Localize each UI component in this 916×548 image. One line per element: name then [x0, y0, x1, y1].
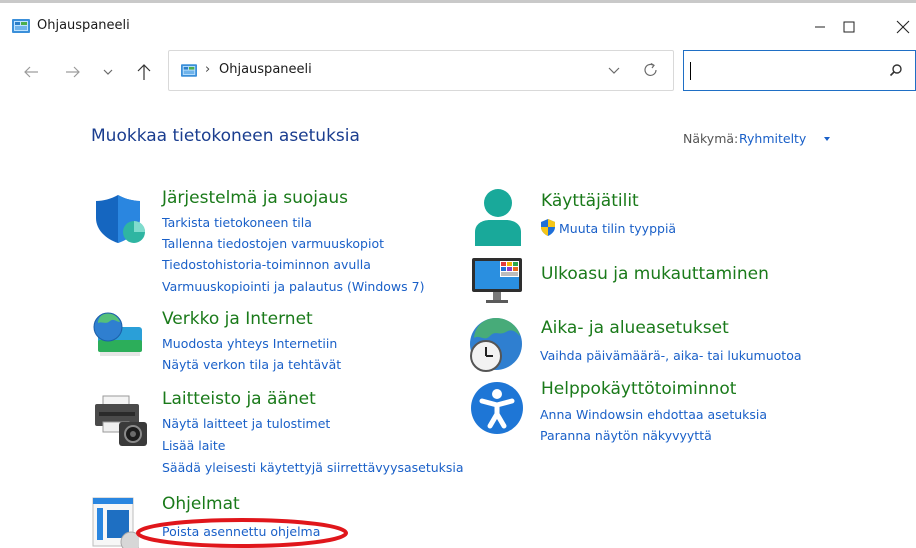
- link-devices-printers[interactable]: Näytä laitteet ja tulostimet: [162, 416, 330, 431]
- close-icon: [896, 20, 910, 34]
- address-dropdown-icon[interactable]: [607, 63, 621, 77]
- category-title-user-accounts[interactable]: Käyttäjätilit: [541, 191, 639, 211]
- search-icon[interactable]: [889, 63, 903, 77]
- link-backup-restore[interactable]: Varmuuskopiointi ja palautus (Windows 7): [162, 279, 424, 294]
- page-title: Muokkaa tietokoneen asetuksia: [91, 126, 360, 146]
- category-title-network-internet[interactable]: Verkko ja Internet: [162, 309, 313, 329]
- breadcrumb-separator: ›: [205, 62, 211, 77]
- category-title-system-security[interactable]: Järjestelmä ja suojaus: [162, 188, 348, 208]
- link-save-backup-copies[interactable]: Tallenna tiedostojen varmuuskopiot: [162, 236, 384, 251]
- maximize-icon: [843, 21, 855, 33]
- forward-button[interactable]: [62, 61, 84, 83]
- link-check-computer-status[interactable]: Tarkista tietokoneen tila: [162, 215, 312, 230]
- up-button[interactable]: [133, 61, 155, 83]
- link-mobility-settings[interactable]: Säädä yleisesti käytettyjä siirrettävyys…: [162, 460, 464, 475]
- refresh-icon[interactable]: [642, 61, 660, 79]
- link-change-account-type[interactable]: Muuta tilin tyyppiä: [559, 221, 676, 236]
- category-title-programs[interactable]: Ohjelmat: [162, 494, 240, 514]
- back-button[interactable]: [20, 61, 42, 83]
- search-input[interactable]: [683, 50, 916, 91]
- uac-shield-icon: [541, 219, 555, 236]
- recent-locations-button[interactable]: [97, 61, 119, 83]
- link-connect-internet[interactable]: Muodosta yhteys Internetiin: [162, 336, 337, 351]
- monitor-appearance-icon[interactable]: [470, 256, 526, 304]
- link-windows-suggest-settings[interactable]: Anna Windowsin ehdottaa asetuksia: [540, 407, 767, 422]
- link-change-date-time-format[interactable]: Vaihda päivämäärä-, aika- tai lukumuotoa: [540, 348, 802, 363]
- minimize-icon: [815, 26, 825, 28]
- address-bar[interactable]: › Ohjauspaneeli: [168, 50, 674, 91]
- network-globe-icon[interactable]: [92, 310, 146, 360]
- maximize-button[interactable]: [826, 11, 872, 43]
- chevron-down-icon: [103, 69, 113, 75]
- accessibility-icon[interactable]: [470, 381, 524, 435]
- arrow-right-icon: [66, 66, 80, 78]
- link-improve-display-visibility[interactable]: Paranna näytön näkyvyyttä: [540, 428, 712, 443]
- link-file-history[interactable]: Tiedostohistoria-toiminnon avulla: [162, 257, 371, 272]
- close-button[interactable]: [880, 11, 916, 43]
- user-accounts-icon[interactable]: [472, 188, 524, 246]
- link-add-device[interactable]: Lisää laite: [162, 438, 225, 453]
- programs-icon[interactable]: [91, 494, 139, 548]
- arrow-left-icon: [24, 66, 38, 78]
- printer-camera-icon[interactable]: [93, 394, 149, 448]
- window-title: Ohjauspaneeli: [37, 18, 130, 33]
- arrow-up-icon: [137, 64, 151, 80]
- breadcrumb-ohjauspaneeli[interactable]: Ohjauspaneeli: [219, 62, 312, 77]
- view-dropdown-arrow-icon[interactable]: [824, 137, 830, 141]
- text-caret: [690, 62, 691, 80]
- category-title-ease-of-access[interactable]: Helppokäyttötoiminnot: [541, 379, 736, 399]
- category-title-hardware-sound[interactable]: Laitteisto ja äänet: [162, 389, 316, 409]
- view-mode-dropdown[interactable]: Ryhmitelty: [739, 131, 806, 146]
- control-panel-icon: [181, 64, 197, 77]
- link-network-status[interactable]: Näytä verkon tila ja tehtävät: [162, 357, 341, 372]
- highlight-ellipse-annotation: [136, 518, 348, 548]
- clock-globe-icon[interactable]: [468, 316, 524, 374]
- title-bar: Ohjauspaneeli: [0, 3, 916, 45]
- control-panel-icon: [12, 19, 30, 33]
- category-title-appearance-personalization[interactable]: Ulkoasu ja mukauttaminen: [541, 264, 769, 284]
- navigation-bar: › Ohjauspaneeli: [0, 45, 916, 97]
- category-title-time-region[interactable]: Aika- ja alueasetukset: [541, 318, 729, 338]
- view-label: Näkymä:: [683, 131, 739, 146]
- shield-icon[interactable]: [94, 194, 146, 244]
